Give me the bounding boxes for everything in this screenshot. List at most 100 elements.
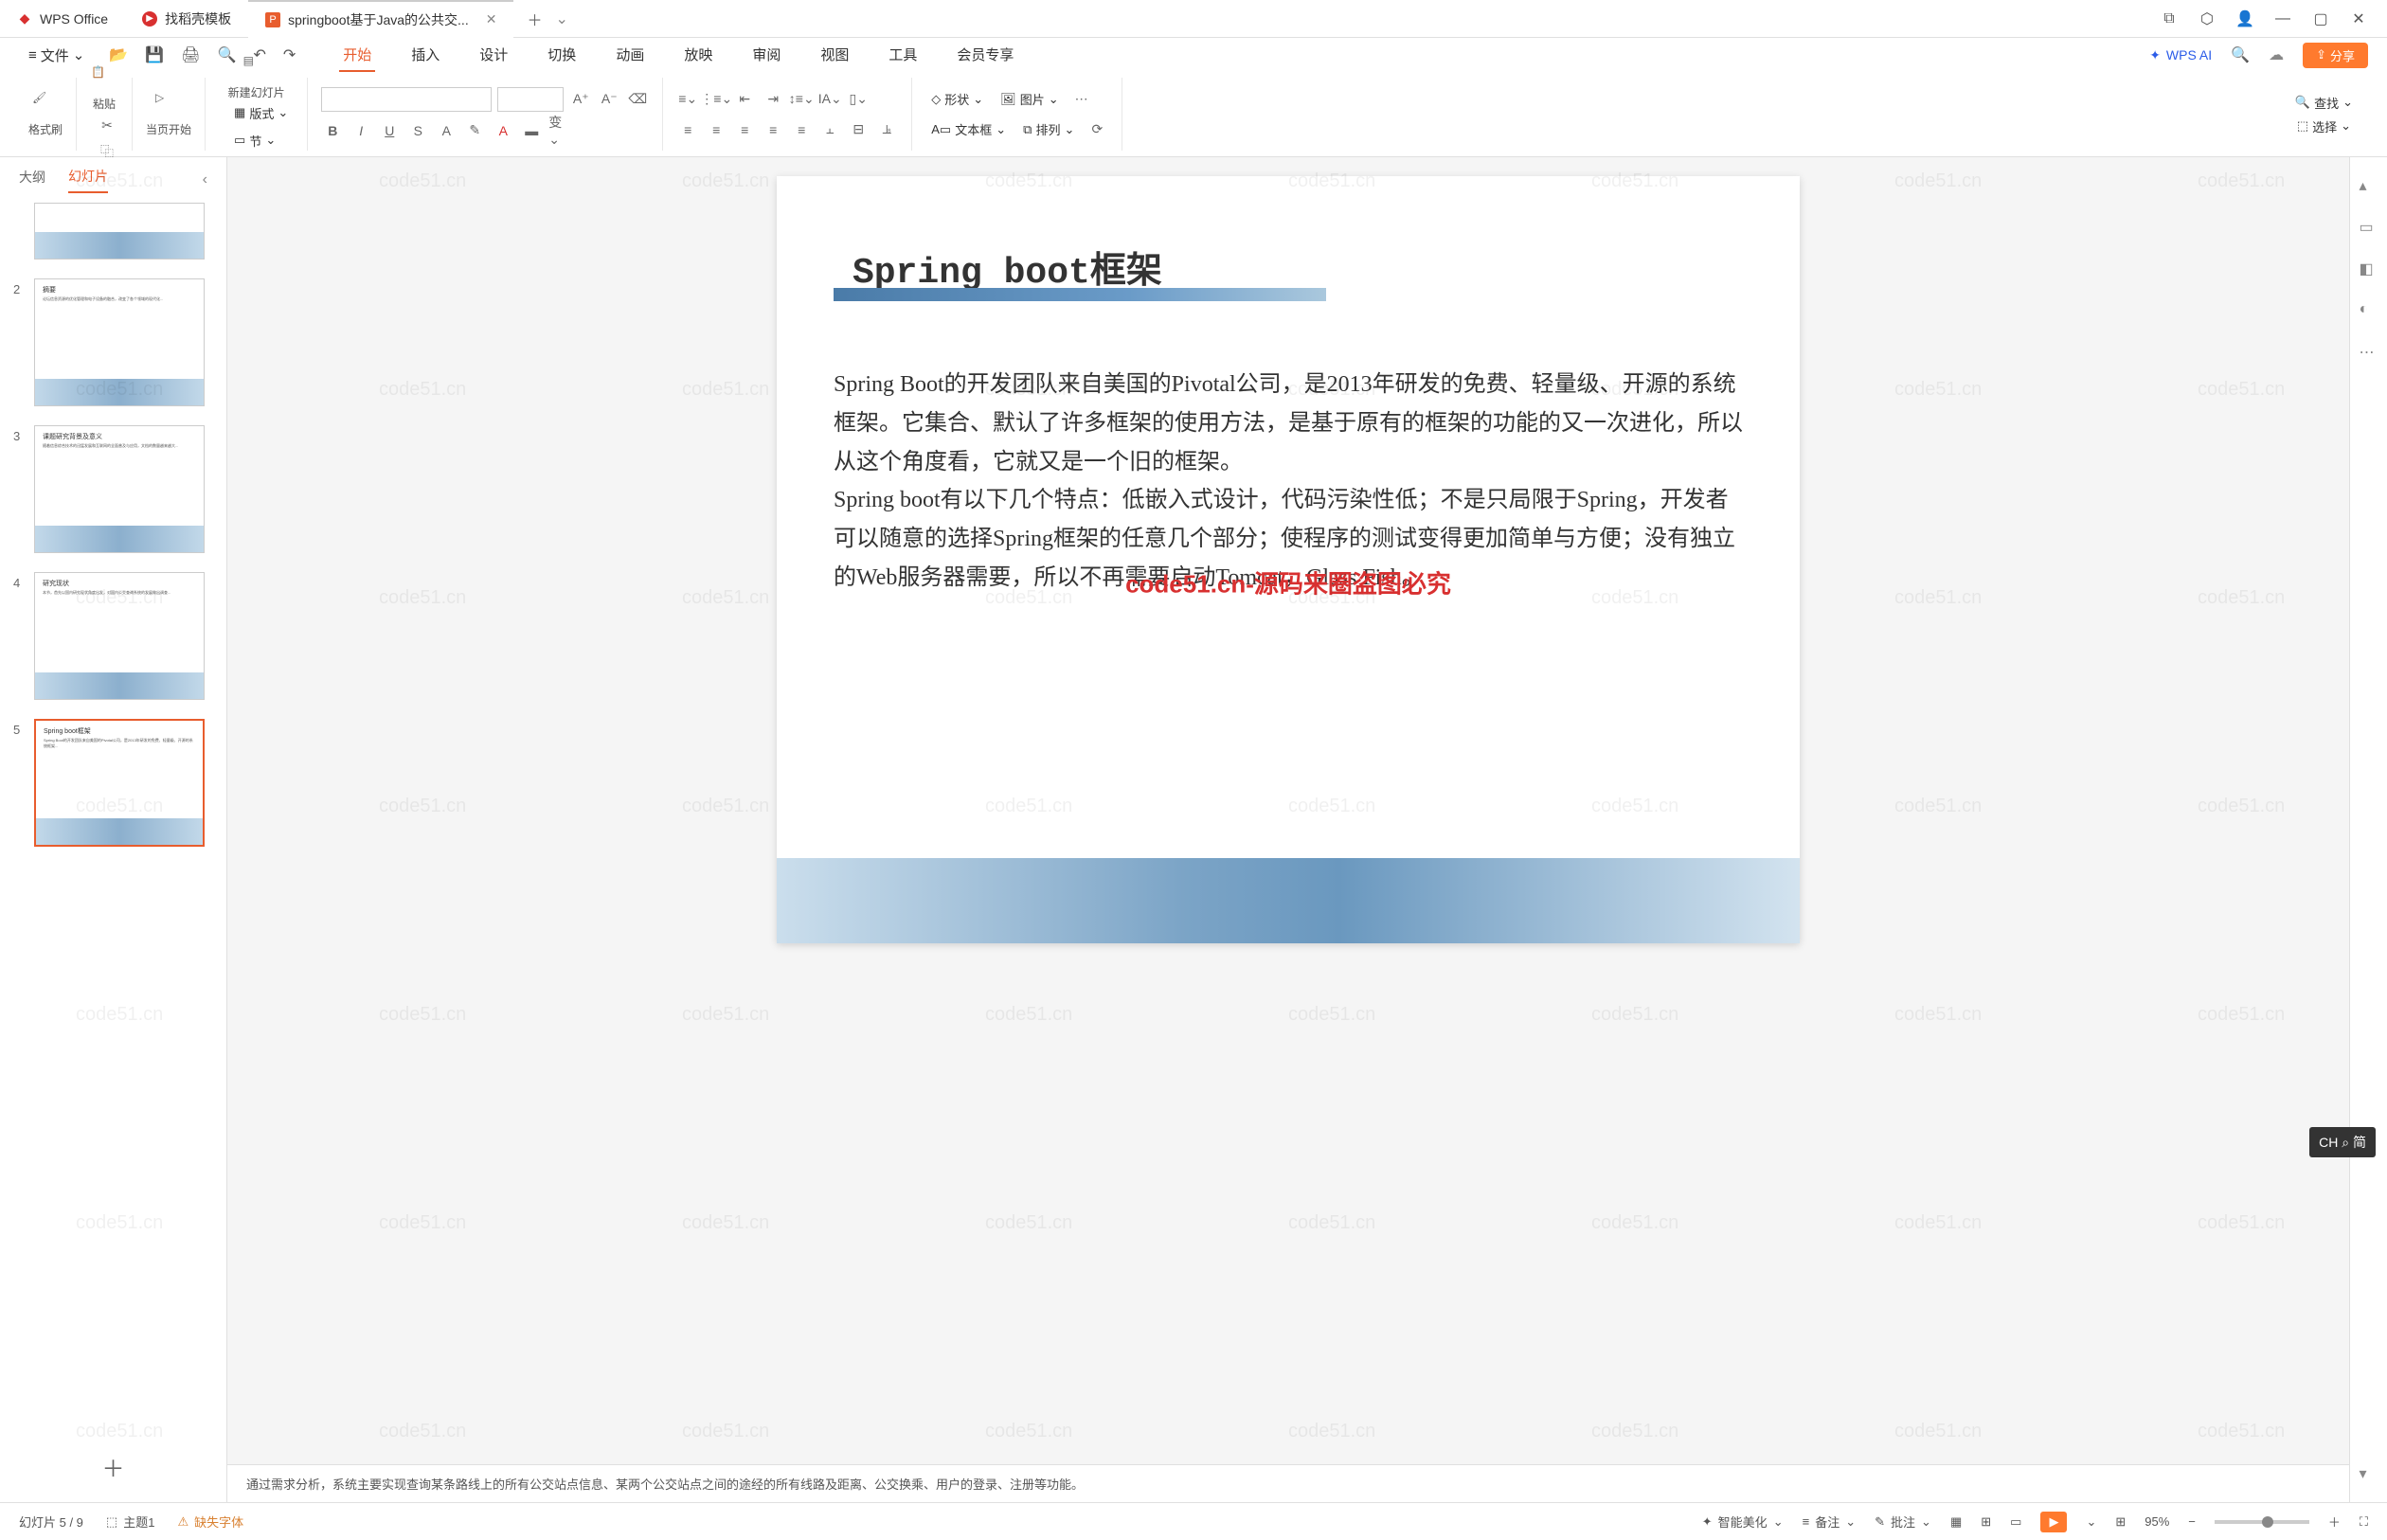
text-effect-icon[interactable]: A: [435, 119, 458, 142]
fit-window-icon[interactable]: ⛶: [2360, 1514, 2368, 1530]
fill-color-icon[interactable]: ▬: [520, 119, 543, 142]
zoom-grid-icon[interactable]: ⊞: [2115, 1514, 2126, 1530]
zoom-value[interactable]: 95%: [2145, 1514, 2169, 1529]
arrange-button[interactable]: ⧉排列⌄: [1017, 118, 1080, 140]
save-icon[interactable]: 💾: [145, 45, 164, 64]
columns-icon[interactable]: ▯⌄: [847, 88, 870, 111]
paste-button[interactable]: 📋 粘贴: [91, 65, 117, 112]
comments-toggle[interactable]: ✎批注⌄: [1875, 1513, 1931, 1531]
clear-format-icon[interactable]: ⌫: [626, 88, 649, 111]
layout-button[interactable]: ▦版式⌄: [228, 102, 294, 124]
zoom-slider[interactable]: [2215, 1520, 2309, 1524]
notes-toggle[interactable]: ≡备注⌄: [1803, 1513, 1857, 1531]
format-brush[interactable]: 🖌 格式刷: [28, 91, 63, 137]
close-button[interactable]: ✕: [2349, 9, 2368, 28]
tab-member[interactable]: 会员专享: [953, 39, 1017, 72]
more-shape-icon[interactable]: ⋯: [1070, 88, 1093, 111]
font-family-select[interactable]: [321, 87, 492, 112]
align-middle-icon[interactable]: ⊟: [847, 118, 870, 141]
missing-font[interactable]: ⚠缺失字体: [177, 1513, 243, 1531]
strike-icon[interactable]: S: [406, 119, 429, 142]
window-copy-icon[interactable]: ⧉: [2160, 9, 2179, 28]
view-reading[interactable]: ▭: [2010, 1514, 2021, 1530]
thumbnail-item[interactable]: 5 Spring boot框架Spring Boot的开发团队来自美国的Pivo…: [13, 719, 213, 847]
highlight-icon[interactable]: ✎: [463, 119, 486, 142]
collapse-panel-icon[interactable]: ‹: [203, 171, 207, 188]
align-right-icon[interactable]: ≡: [733, 118, 756, 141]
rail-up-icon[interactable]: ▴: [2360, 176, 2378, 195]
italic-icon[interactable]: I: [350, 119, 372, 142]
file-menu[interactable]: ≡ 文件 ⌄: [19, 42, 94, 69]
change-case-icon[interactable]: 变⌄: [548, 119, 571, 142]
rail-more-icon[interactable]: ⋯: [2360, 343, 2378, 362]
underline-icon[interactable]: U: [378, 119, 401, 142]
print-icon[interactable]: 🖨: [181, 45, 200, 64]
slide-counter[interactable]: 幻灯片 5 / 9: [19, 1513, 83, 1531]
slide-body[interactable]: Spring Boot的开发团队来自美国的Pivotal公司，是2013年研发的…: [834, 366, 1743, 598]
tab-review[interactable]: 审阅: [748, 39, 784, 72]
thumbnail-item[interactable]: 4 研究现状本节，首先以国内研究现状角度出发，对国内公交查询系统的发展做出调查.…: [13, 572, 213, 700]
app-tab[interactable]: ◆ WPS Office: [0, 0, 125, 38]
play-from-current[interactable]: ▷ 当页开始: [146, 91, 191, 137]
view-sorter[interactable]: ⊞: [1981, 1514, 1991, 1530]
zoom-out[interactable]: −: [2188, 1514, 2196, 1529]
avatar-icon[interactable]: 👤: [2235, 9, 2254, 28]
rail-down-icon[interactable]: ▾: [2360, 1464, 2378, 1483]
cut-icon[interactable]: ✂: [96, 114, 118, 136]
rail-select-icon[interactable]: ▭: [2360, 218, 2378, 237]
canvas[interactable]: Spring boot框架 Spring Boot的开发团队来自美国的Pivot…: [227, 157, 2349, 1502]
tab-dropdown[interactable]: ⌄: [555, 9, 567, 28]
slideshow-button[interactable]: ▶: [2040, 1512, 2067, 1532]
thumbnail-item[interactable]: 2 摘要论坛信息资源的优化管理和电子设备的融合，改变了各个领域的现代化...: [13, 278, 213, 406]
text-direction-icon[interactable]: IA⌄: [818, 88, 841, 111]
section-button[interactable]: ▭节⌄: [228, 130, 294, 152]
align-left-icon[interactable]: ≡: [676, 118, 699, 141]
wps-ai-button[interactable]: ✦ WPS AI: [2149, 47, 2212, 63]
thumbnail-item[interactable]: [13, 203, 213, 260]
increase-font-icon[interactable]: A⁺: [569, 88, 592, 111]
align-justify-icon[interactable]: ≡: [762, 118, 784, 141]
share-button[interactable]: ⇪ 分享: [2303, 43, 2368, 68]
line-spacing-icon[interactable]: ↕≡⌄: [790, 88, 813, 111]
tab-start[interactable]: 开始: [339, 39, 375, 72]
select-button[interactable]: ⬚选择⌄: [2291, 116, 2357, 137]
slide-title[interactable]: Spring boot框架: [852, 241, 1162, 294]
increase-indent-icon[interactable]: ⇥: [762, 88, 784, 111]
rotate-icon[interactable]: ⟳: [1086, 118, 1108, 141]
outline-tab[interactable]: 大纲: [19, 168, 45, 192]
play-dropdown[interactable]: ⌄: [2086, 1514, 2096, 1530]
tab-design[interactable]: 设计: [476, 39, 512, 72]
thumbnail-item[interactable]: 3 课题研究背景及意义随着信息综合技术的迅猛发展和互联网的全面普及与应用，文档的…: [13, 425, 213, 553]
redo-icon[interactable]: ↷: [283, 45, 296, 64]
font-color-icon[interactable]: A: [492, 119, 514, 142]
zoom-in[interactable]: ＋: [2328, 1513, 2341, 1531]
rail-color-icon[interactable]: ◐: [2360, 301, 2378, 320]
bold-icon[interactable]: B: [321, 119, 344, 142]
slides-tab[interactable]: 幻灯片: [68, 167, 108, 193]
distribute-icon[interactable]: ≡: [790, 118, 813, 141]
decrease-font-icon[interactable]: A⁻: [598, 88, 620, 111]
open-icon[interactable]: 📂: [109, 45, 128, 64]
beautify-button[interactable]: ✦智能美化⌄: [1702, 1513, 1784, 1531]
view-normal[interactable]: ▦: [1950, 1514, 1962, 1530]
rail-style-icon[interactable]: ◧: [2360, 260, 2378, 278]
shape-button[interactable]: ◇形状⌄: [925, 88, 989, 110]
textbox-button[interactable]: A▭文本框⌄: [925, 118, 1012, 140]
bullets-icon[interactable]: ≡⌄: [676, 88, 699, 111]
slide[interactable]: Spring boot框架 Spring Boot的开发团队来自美国的Pivot…: [777, 176, 1800, 943]
add-slide-button[interactable]: ＋: [0, 1431, 226, 1502]
maximize-button[interactable]: ▢: [2311, 9, 2330, 28]
tab-templates[interactable]: ▶ 找稻壳模板: [125, 0, 248, 38]
tab-transition[interactable]: 切换: [544, 39, 580, 72]
search-icon[interactable]: 🔍: [2231, 45, 2250, 64]
decrease-indent-icon[interactable]: ⇤: [733, 88, 756, 111]
notes-bar[interactable]: 通过需求分析，系统主要实现查询某条路线上的所有公交站点信息、某两个公交站点之间的…: [227, 1464, 2349, 1502]
tab-insert[interactable]: 插入: [407, 39, 443, 72]
find-button[interactable]: 🔍查找⌄: [2289, 92, 2359, 114]
minimize-button[interactable]: —: [2273, 9, 2292, 28]
tab-view[interactable]: 视图: [817, 39, 852, 72]
tab-document[interactable]: P springboot基于Java的公共交... ✕: [248, 0, 513, 38]
theme-indicator[interactable]: ⬚主题1: [106, 1513, 155, 1531]
tab-tools[interactable]: 工具: [885, 39, 921, 72]
image-button[interactable]: 🖼图片⌄: [995, 88, 1064, 110]
